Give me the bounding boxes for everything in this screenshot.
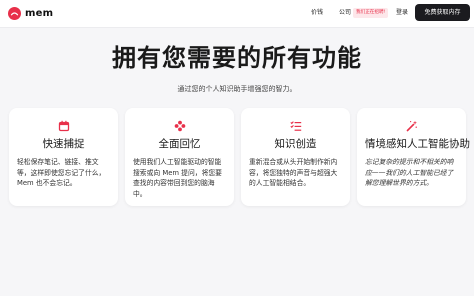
nav-login-link[interactable]: 登录 bbox=[396, 9, 408, 17]
feature-card-total-recall: 全面回忆 使用我们人工智能驱动的智能搜索或向 Mem 提问，将您要查找的内容带回… bbox=[125, 108, 234, 206]
hiring-badge[interactable]: 我们正在招聘! bbox=[353, 8, 389, 18]
feature-description: 忘记复杂的提示和不相关的响应——我们的人工智能已经了解您理解世界的方式。 bbox=[365, 158, 454, 187]
flower-icon bbox=[174, 120, 185, 132]
feature-card-knowledge-creation: 知识创造 重新混合或从头开始制作新内容，将您独特的声音与超强大的人工智能相结合。 bbox=[241, 108, 350, 206]
get-mem-free-button[interactable]: 免费获取内存 bbox=[415, 4, 470, 21]
feature-title: 知识创造 bbox=[274, 138, 317, 150]
feature-card-context-aware-ai: 情境感知人工智能协助 忘记复杂的提示和不相关的响应——我们的人工智能已经了解您理… bbox=[357, 108, 470, 206]
page-subtitle: 通过您的个人知识助手增强您的智力。 bbox=[177, 85, 297, 93]
top-nav: mem 价钱 公司 我们正在招聘! 登录 免费获取内存 bbox=[0, 0, 474, 28]
nav-company-link[interactable]: 公司 bbox=[339, 9, 351, 17]
feature-description: 重新混合或从头开始制作新内容，将您独特的声音与超强大的人工智能相结合。 bbox=[249, 158, 338, 187]
calendar-icon bbox=[58, 120, 69, 132]
feature-title: 全面回忆 bbox=[158, 138, 201, 150]
feature-title: 快速捕捉 bbox=[42, 138, 85, 150]
feature-title: 情境感知人工智能协助 bbox=[365, 138, 470, 150]
brand-logo[interactable]: mem bbox=[8, 7, 53, 20]
magic-wand-icon bbox=[406, 120, 417, 132]
feature-description: 轻松保存笔记、链接、推文等，这样即使您忘记了什么，Mem 也不会忘记。 bbox=[17, 158, 106, 187]
mem-logo-icon bbox=[8, 7, 21, 20]
feature-description: 使用我们人工智能驱动的智能搜索或向 Mem 提问，将您要查找的内容带回到您的脑海… bbox=[133, 158, 222, 198]
feature-card-quick-capture: 快速捕捉 轻松保存笔记、链接、推文等，这样即使您忘记了什么，Mem 也不会忘记。 bbox=[9, 108, 118, 206]
brand-name: mem bbox=[25, 8, 54, 19]
nav-pricing-link[interactable]: 价钱 bbox=[311, 9, 323, 17]
page-title: 拥有您需要的所有功能 bbox=[112, 44, 362, 72]
checklist-icon bbox=[289, 121, 301, 131]
